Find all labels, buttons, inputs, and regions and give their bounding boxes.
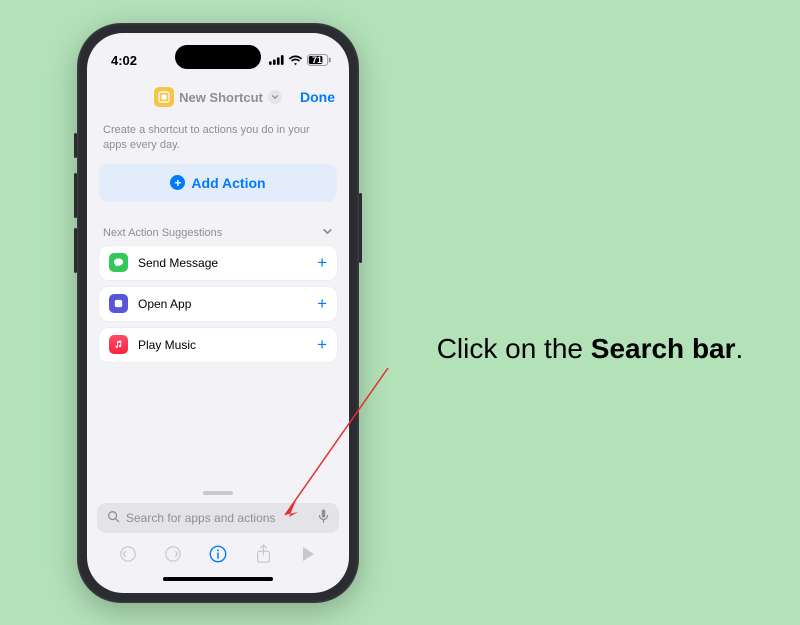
suggestion-label: Play Music [138,338,196,352]
suggestion-item[interactable]: Open App + [99,287,337,321]
message-icon [109,253,128,272]
side-button [359,193,362,263]
suggestion-item[interactable]: Play Music + [99,328,337,362]
suggestions-title: Next Action Suggestions [103,227,222,239]
bottom-panel: Search for apps and actions [87,491,349,593]
battery-icon: 71 [307,54,331,66]
play-button[interactable] [293,541,323,567]
share-button[interactable] [248,541,278,567]
plus-icon[interactable]: + [317,294,327,314]
add-action-label: Add Action [191,175,265,191]
phone-screen: 4:02 71 New Shortcut [87,33,349,593]
chevron-down-icon [322,226,333,240]
volume-down [74,228,77,273]
nav-bar: New Shortcut Done [87,77,349,117]
status-time: 4:02 [111,53,137,68]
wifi-icon [288,55,303,66]
suggestion-label: Send Message [138,256,218,270]
home-indicator[interactable] [163,577,273,581]
search-icon [107,510,120,526]
annotation-bold: Search bar [591,333,736,364]
mic-icon[interactable] [318,509,329,527]
shortcut-icon [154,87,174,107]
suggestions-header[interactable]: Next Action Suggestions [99,226,337,246]
suggestion-label: Open App [138,297,191,311]
annotation-text: Click on the Search bar. [410,330,770,368]
dynamic-island [175,45,261,69]
undo-button[interactable] [113,541,143,567]
nav-title: New Shortcut [179,90,263,105]
plus-circle-icon: + [170,175,185,190]
nav-title-group[interactable]: New Shortcut [154,87,282,107]
search-bar[interactable]: Search for apps and actions [97,503,339,533]
drag-handle[interactable] [203,491,233,495]
done-button[interactable]: Done [300,89,335,105]
music-icon [109,335,128,354]
plus-icon[interactable]: + [317,253,327,273]
redo-button[interactable] [158,541,188,567]
annotation-prefix: Click on the [437,333,591,364]
annotation-suffix: . [736,333,744,364]
suggestion-item[interactable]: Send Message + [99,246,337,280]
hint-text: Create a shortcut to actions you do in y… [99,121,337,164]
mute-switch [74,133,77,158]
info-button[interactable] [203,541,233,567]
chevron-down-icon [268,90,282,104]
plus-icon[interactable]: + [317,335,327,355]
content-area: Create a shortcut to actions you do in y… [87,117,349,491]
volume-up [74,173,77,218]
phone-frame: 4:02 71 New Shortcut [77,23,359,603]
add-action-button[interactable]: + Add Action [99,164,337,202]
open-app-icon [109,294,128,313]
search-placeholder: Search for apps and actions [126,511,312,525]
toolbar [97,533,339,571]
signal-icon [269,55,284,65]
